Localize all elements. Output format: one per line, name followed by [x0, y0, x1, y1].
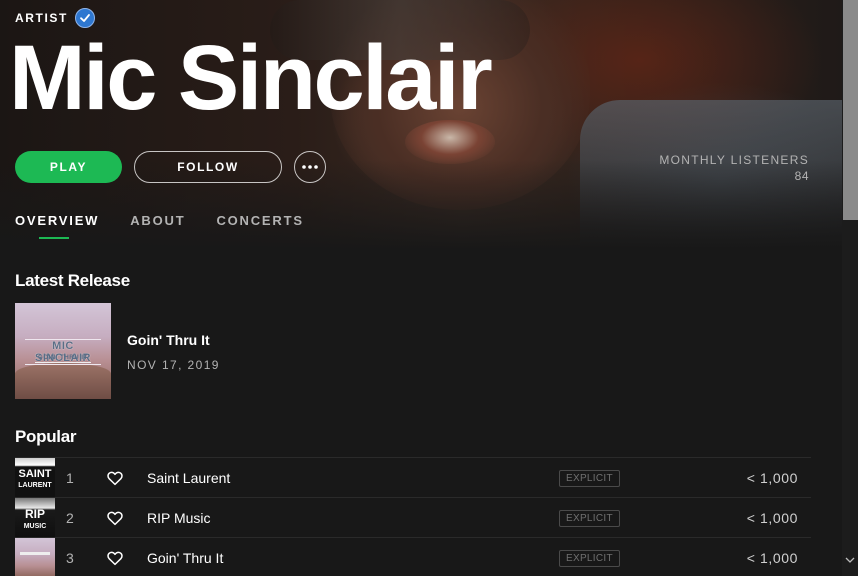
cover-art-hills [15, 363, 111, 399]
scroll-down-arrow-icon[interactable] [842, 556, 858, 574]
scrollbar-thumb[interactable] [843, 0, 858, 220]
explicit-badge: EXPLICIT [559, 550, 620, 567]
explicit-badge: EXPLICIT [559, 470, 620, 487]
more-icon [302, 165, 318, 169]
track-title[interactable]: RIP Music [147, 510, 211, 526]
track-number: 2 [66, 509, 74, 526]
artist-type-label: ARTIST [15, 8, 95, 28]
latest-release-title[interactable]: Goin' Thru It [127, 332, 210, 348]
verified-check-icon [74, 8, 95, 28]
thumb-line-2: LAURENT [18, 482, 52, 489]
thumb-line-1: RIP [24, 507, 45, 521]
artist-name: Mic Sinclair [9, 27, 493, 129]
more-options-button[interactable] [294, 151, 326, 183]
latest-release-date: NOV 17, 2019 [127, 358, 220, 372]
monthly-listeners: MONTHLY LISTENERS 84 [659, 152, 809, 184]
latest-release-cover[interactable]: MIC SINCLAIR GOIN' THRU IT [15, 303, 111, 399]
latest-release-heading: Latest Release [15, 271, 130, 290]
artist-tabs: OVERVIEW ABOUT CONCERTS [15, 213, 304, 239]
heart-icon[interactable] [106, 469, 124, 487]
track-thumbnail: RIP MUSIC [15, 498, 55, 538]
track-thumbnail: SAINT LAURENT [15, 458, 55, 498]
play-button[interactable]: PLAY [15, 151, 122, 183]
heart-icon[interactable] [106, 509, 124, 527]
follow-button[interactable]: FOLLOW [134, 151, 282, 183]
track-number: 1 [66, 469, 74, 486]
track-thumbnail [15, 538, 55, 576]
thumb-line-2: MUSIC [23, 523, 47, 530]
thumb-line-1: SAINT [18, 468, 52, 480]
artist-label-text: ARTIST [15, 11, 68, 25]
tab-about[interactable]: ABOUT [130, 213, 185, 228]
thumb-art-line [20, 552, 50, 555]
heart-icon[interactable] [106, 549, 124, 567]
tab-overview[interactable]: OVERVIEW [15, 213, 99, 239]
track-title[interactable]: Saint Laurent [147, 470, 230, 486]
explicit-badge: EXPLICIT [559, 510, 620, 527]
track-row[interactable]: RIP MUSIC 2 RIP Music EXPLICIT < 1,000 [15, 497, 811, 538]
track-play-count: < 1,000 [746, 509, 798, 526]
track-number: 3 [66, 549, 74, 566]
track-play-count: < 1,000 [746, 469, 798, 486]
monthly-listeners-label: MONTHLY LISTENERS [659, 153, 809, 167]
popular-heading: Popular [15, 427, 77, 446]
monthly-listeners-count: 84 [794, 169, 809, 183]
track-title[interactable]: Goin' Thru It [147, 550, 223, 566]
popular-tracklist: SAINT LAURENT 1 Saint Laurent EXPLICIT <… [15, 457, 811, 576]
scrollbar[interactable] [842, 0, 858, 576]
track-play-count: < 1,000 [746, 549, 798, 566]
track-row[interactable]: SAINT LAURENT 1 Saint Laurent EXPLICIT <… [15, 457, 811, 498]
tab-concerts[interactable]: CONCERTS [216, 213, 303, 228]
track-row[interactable]: 3 Goin' Thru It EXPLICIT < 1,000 [15, 537, 811, 576]
cover-art-subtitle: GOIN' THRU IT [35, 355, 91, 363]
